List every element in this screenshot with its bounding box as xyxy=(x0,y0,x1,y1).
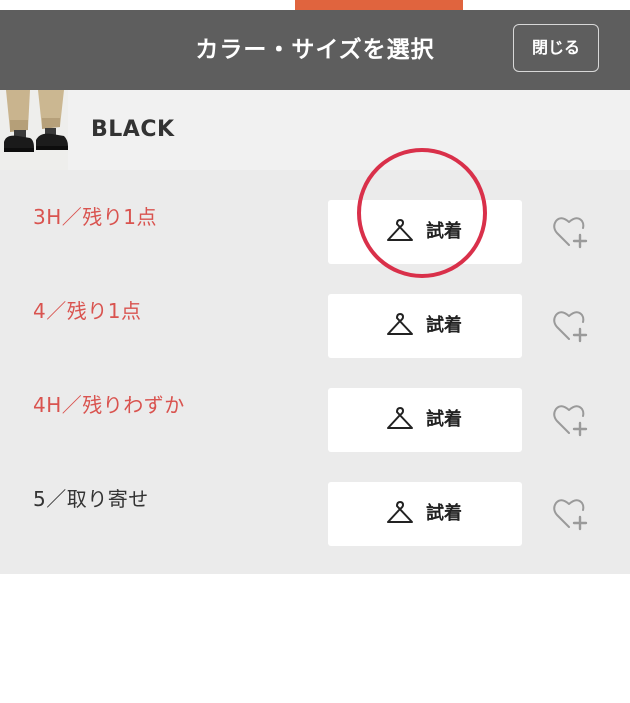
size-label: 4H／残りわずか xyxy=(33,393,185,417)
size-row: 4／残り1点 試着 xyxy=(0,264,630,358)
size-selection-screen: カラー・サイズを選択 閉じる BLACK 3H／残り1点 試着 4／残り1点 試… xyxy=(0,0,630,703)
try-on-button[interactable]: 試着 xyxy=(328,482,522,546)
try-on-button[interactable]: 試着 xyxy=(328,294,522,358)
product-photo-icon xyxy=(0,90,68,170)
active-tab-indicator xyxy=(295,0,463,10)
size-label: 5／取り寄せ xyxy=(33,487,149,511)
size-row: 5／取り寄せ 試着 xyxy=(0,452,630,546)
product-thumbnail xyxy=(0,90,68,170)
modal-header: カラー・サイズを選択 閉じる xyxy=(0,10,630,90)
hanger-icon xyxy=(387,313,413,335)
color-name: BLACK xyxy=(91,117,175,142)
try-on-label: 試着 xyxy=(426,221,462,242)
hanger-icon xyxy=(387,407,413,429)
try-on-label: 試着 xyxy=(426,409,462,430)
heart-plus-icon[interactable] xyxy=(552,403,590,439)
try-on-label: 試着 xyxy=(426,503,462,524)
size-label: 3H／残り1点 xyxy=(33,205,157,229)
size-row: 3H／残り1点 試着 xyxy=(0,170,630,264)
heart-plus-icon[interactable] xyxy=(552,215,590,251)
size-label: 4／残り1点 xyxy=(33,299,142,323)
hanger-icon xyxy=(387,219,413,241)
hanger-icon xyxy=(387,501,413,523)
try-on-button[interactable]: 試着 xyxy=(328,388,522,452)
try-on-button[interactable]: 試着 xyxy=(328,200,522,264)
heart-plus-icon[interactable] xyxy=(552,309,590,345)
close-button[interactable]: 閉じる xyxy=(513,24,599,72)
heart-plus-icon[interactable] xyxy=(552,497,590,533)
try-on-label: 試着 xyxy=(426,315,462,336)
size-row: 4H／残りわずか 試着 xyxy=(0,358,630,452)
color-option-row[interactable]: BLACK xyxy=(0,90,630,170)
size-list: 3H／残り1点 試着 4／残り1点 試着 4H／残りわずか 試着 5／取り寄せ … xyxy=(0,170,630,574)
